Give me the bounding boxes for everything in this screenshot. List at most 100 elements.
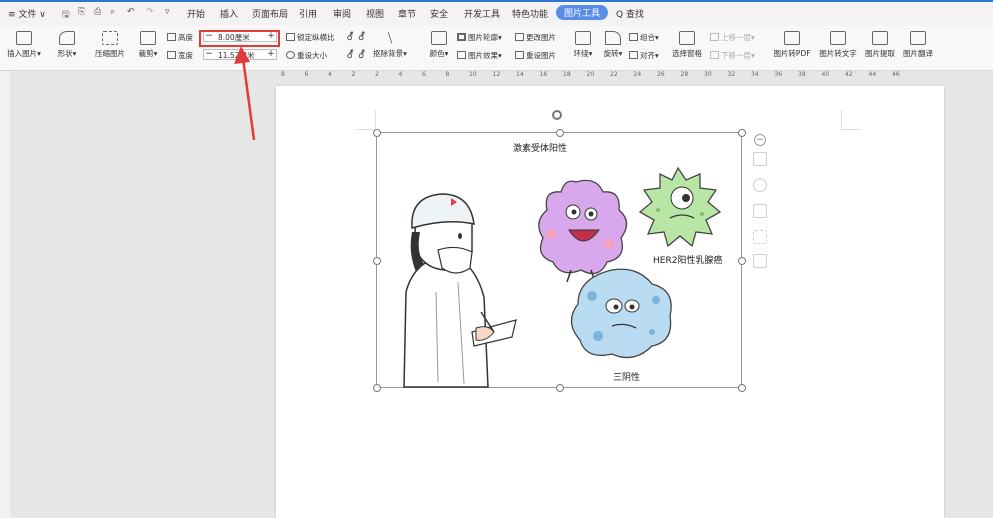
resize-handle-n[interactable] — [556, 129, 564, 137]
rotate-button[interactable]: 旋转▾ — [600, 31, 626, 59]
tab-picture-tools[interactable]: 图片工具 — [556, 5, 609, 20]
ruler-tick-label: 4 — [328, 71, 332, 78]
selection-pane-button[interactable]: 选择窗格 — [669, 31, 705, 59]
zoom-icon[interactable] — [753, 178, 767, 192]
tab-security[interactable]: 安全 — [430, 7, 448, 20]
flip-icon[interactable]: ⚦ ⚦ — [346, 50, 366, 61]
tab-review[interactable]: 审阅 — [333, 7, 351, 20]
tab-sections[interactable]: 章节 — [398, 7, 416, 20]
collapse-toolbar-icon[interactable]: − — [754, 134, 766, 146]
vertical-ruler — [0, 71, 10, 518]
align-icon — [629, 51, 638, 59]
send-backward-button[interactable]: 下移一层▾ — [710, 50, 755, 61]
extract-icon — [872, 31, 888, 45]
document-page: 激素受体阳性 HER2阳性乳腺癌 三阴性 − — [276, 86, 944, 518]
label-her2: HER2阳性乳腺癌 — [653, 256, 723, 266]
tab-home[interactable]: 开始 — [187, 7, 205, 20]
redo-icon[interactable]: ↷ — [146, 7, 154, 17]
group-icon — [629, 33, 638, 41]
ruler-tick-label: 6 — [304, 71, 309, 78]
effects-icon — [457, 51, 466, 59]
compress-icon — [102, 31, 118, 45]
remove-background-button[interactable]: ⧹ 抠除背景▾ — [370, 31, 410, 59]
convert-side-icon[interactable] — [753, 254, 767, 268]
crop-side-icon[interactable] — [753, 204, 767, 218]
crop-icon — [140, 31, 156, 45]
shape-button[interactable]: 形状▾ — [50, 31, 84, 59]
tab-view[interactable]: 视图 — [366, 7, 384, 20]
margin-mark-right — [841, 110, 861, 130]
doctor-figure — [403, 193, 517, 388]
layout-options-icon[interactable] — [753, 152, 767, 166]
horizontal-ruler: 8 6 4 2 2 4 6 8 10 12 14 16 18 20 22 24 26 28 30 32 34 36 38 40… — [275, 71, 945, 81]
crop-button[interactable]: 裁剪▾ — [134, 31, 162, 59]
search-button[interactable]: Q 查找 — [616, 7, 644, 20]
annotation-arrow — [234, 46, 256, 141]
resize-handle-sw[interactable] — [373, 384, 381, 392]
preview-icon[interactable]: ⌕ — [110, 7, 115, 17]
wrap-icon — [575, 31, 591, 45]
ruler-tick-label: 22 — [610, 71, 618, 78]
ruler-tick-label: 26 — [657, 71, 665, 78]
to-text-button[interactable]: 图片转文字 — [816, 31, 860, 59]
shape-icon — [59, 31, 75, 45]
ruler-tick-label: 30 — [704, 71, 712, 78]
width-label: 宽度 — [167, 50, 193, 61]
resize-handle-e[interactable] — [738, 257, 746, 265]
ruler-tick-label: 44 — [868, 71, 877, 78]
margin-mark-left — [356, 110, 376, 130]
resize-handle-s[interactable] — [556, 384, 564, 392]
resize-handle-se[interactable] — [738, 384, 746, 392]
outline-icon — [457, 33, 466, 41]
tab-features[interactable]: 特色功能 — [512, 7, 548, 20]
outline-button[interactable]: 图片轮廓▾ — [457, 32, 502, 43]
resize-handle-w[interactable] — [373, 257, 381, 265]
height-label: 高度 — [167, 32, 193, 43]
to-pdf-button[interactable]: 图片转PDF — [772, 31, 812, 59]
tab-references[interactable]: 引用 — [299, 7, 317, 20]
selected-image[interactable]: 激素受体阳性 HER2阳性乳腺癌 三阴性 — [373, 129, 746, 392]
rotate-handle-icon[interactable] — [552, 110, 562, 120]
image-icon — [16, 31, 32, 45]
undo-icon[interactable]: ↶ — [127, 7, 135, 17]
lock-ratio-checkbox[interactable]: 锁定纵横比 — [286, 32, 335, 43]
bring-forward-icon — [710, 33, 719, 41]
more-icon[interactable]: ▿ — [165, 7, 170, 17]
reset-image-button[interactable]: 重设图片 — [515, 50, 556, 61]
resize-handle-ne[interactable] — [738, 129, 746, 137]
width-icon — [167, 51, 176, 59]
width-decrease-button[interactable]: − — [204, 49, 214, 59]
ocr-side-icon[interactable] — [753, 230, 767, 244]
selection-pane-icon — [679, 31, 695, 45]
reset-size-button[interactable]: 重设大小 — [286, 50, 327, 61]
bring-forward-button[interactable]: 上移一层▾ — [710, 32, 755, 43]
translate-icon — [910, 31, 926, 45]
color-button[interactable]: 颜色▾ — [426, 31, 452, 59]
extract-button[interactable]: 图片提取 — [862, 31, 898, 59]
insert-image-button[interactable]: 插入图片▾ — [4, 31, 44, 59]
resize-handle-nw[interactable] — [373, 129, 381, 137]
tab-insert[interactable]: 插入 — [220, 7, 238, 20]
translate-button[interactable]: 图片翻译 — [900, 31, 936, 59]
label-triple-negative: 三阴性 — [613, 373, 641, 383]
change-image-button[interactable]: 更改图片 — [515, 32, 556, 43]
group-button[interactable]: 组合▾ — [629, 32, 659, 43]
height-icon — [167, 33, 176, 41]
save-icon[interactable]: 🖫 — [62, 7, 70, 23]
align-button[interactable]: 对齐▾ — [629, 50, 659, 61]
file-menu[interactable]: ≡ 文件 ∨ — [8, 7, 46, 20]
export-icon[interactable]: ⎘ — [78, 7, 85, 17]
ruler-tick-label: 12 — [492, 71, 501, 78]
ruler-tick-label: 34 — [751, 71, 759, 78]
blue-cell — [570, 268, 672, 359]
transparency-icon[interactable]: ⚦ ⚦ — [346, 32, 366, 43]
tab-developer[interactable]: 开发工具 — [464, 7, 500, 20]
effects-button[interactable]: 图片效果▾ — [457, 50, 502, 61]
tab-page-layout[interactable]: 页面布局 — [252, 7, 288, 20]
menu-bar: ≡ 文件 ∨ 🖫 ⎘ ⎙ ⌕ ↶ ↷ ▿ 开始 插入 页面布局 引用 审阅 视图… — [0, 0, 993, 26]
compress-button[interactable]: 压缩图片 — [90, 31, 130, 59]
wrap-button[interactable]: 环绕▾ — [570, 31, 596, 59]
ruler-tick-label: 32 — [727, 71, 736, 78]
print-icon[interactable]: ⎙ — [94, 7, 101, 17]
reset-image-icon — [515, 51, 524, 59]
